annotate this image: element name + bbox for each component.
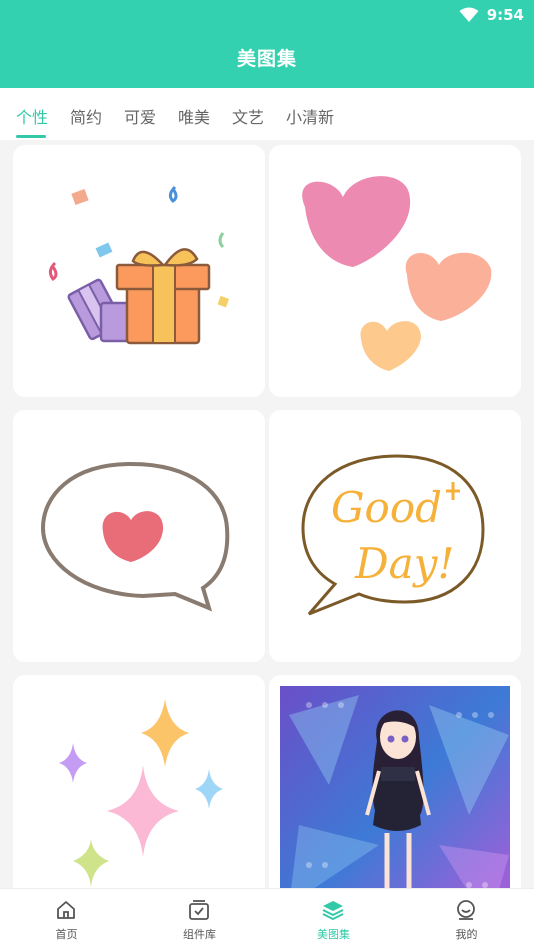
- three-hearts-sticker[interactable]: [269, 145, 521, 397]
- active-tab-indicator: [16, 135, 46, 138]
- app-header: 9:54 美图集: [0, 0, 534, 88]
- good-text: Good: [331, 483, 442, 532]
- status-bar: 9:54: [459, 5, 524, 25]
- layers-icon: [322, 901, 344, 921]
- tab-jianyue[interactable]: 简约: [70, 104, 102, 128]
- nav-gallery-label: 美图集: [317, 928, 350, 941]
- tab-gexing[interactable]: 个性: [16, 104, 48, 128]
- tab-keai[interactable]: 可爱: [124, 104, 156, 128]
- home-icon: [57, 901, 75, 919]
- wifi-icon: [459, 7, 479, 22]
- nav-home-label: 首页: [55, 928, 78, 941]
- day-text: Day!: [354, 539, 454, 588]
- tab-weimei[interactable]: 唯美: [178, 104, 210, 128]
- image-grid: Good Day!: [0, 140, 534, 888]
- nav-widget-library-label: 组件库: [183, 928, 216, 941]
- tab-wenyi[interactable]: 文艺: [232, 104, 264, 128]
- sparkles-sticker[interactable]: [13, 675, 265, 888]
- page-title: 美图集: [236, 48, 297, 70]
- anime-doll-wallpaper[interactable]: [269, 675, 521, 888]
- nav-profile[interactable]: 我的: [400, 889, 533, 949]
- nav-home[interactable]: 首页: [0, 889, 133, 949]
- tab-xiaoqingxin[interactable]: 小清新: [286, 104, 334, 128]
- category-tabs: 个性 简约 可爱 唯美 文艺 小清新: [0, 88, 534, 140]
- nav-gallery[interactable]: 美图集: [267, 889, 400, 949]
- nav-widget-library[interactable]: 组件库: [133, 889, 266, 949]
- gift-box-sticker[interactable]: [13, 145, 265, 397]
- profile-icon: [457, 900, 475, 920]
- status-time: 9:54: [486, 6, 524, 24]
- good-day-bubble-sticker[interactable]: Good Day!: [269, 410, 521, 662]
- widget-library-icon: [189, 900, 209, 920]
- heart-speech-bubble-sticker[interactable]: [13, 410, 265, 662]
- bottom-navigation: 首页 组件库 美图集 我的: [0, 888, 534, 949]
- nav-profile-label: 我的: [455, 928, 478, 941]
